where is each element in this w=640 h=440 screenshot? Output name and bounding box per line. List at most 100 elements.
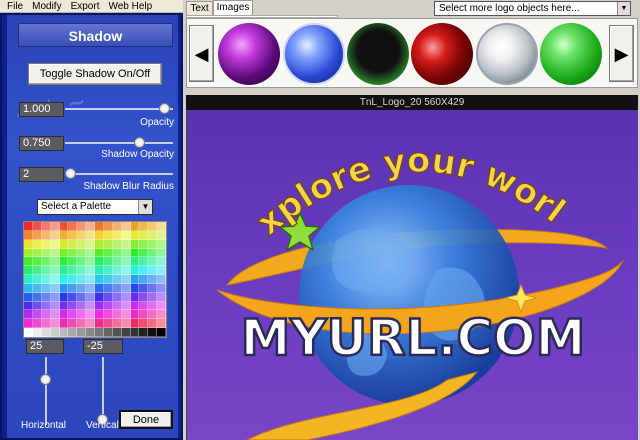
palette-swatch[interactable] xyxy=(130,230,140,240)
shadow-blur-slider-thumb[interactable] xyxy=(65,168,76,179)
palette-swatch[interactable] xyxy=(68,257,78,267)
palette-swatch[interactable] xyxy=(59,328,69,337)
palette-select[interactable]: Select a Palette ▼ xyxy=(37,199,153,215)
palette-swatch[interactable] xyxy=(86,310,95,320)
palette-swatch[interactable] xyxy=(139,301,149,311)
palette-swatch[interactable] xyxy=(86,248,95,258)
palette-swatch[interactable] xyxy=(103,222,113,231)
palette-swatch[interactable] xyxy=(59,283,69,293)
palette-swatch[interactable] xyxy=(112,328,122,337)
palette-swatch[interactable] xyxy=(157,283,166,293)
palette-swatch[interactable] xyxy=(32,239,42,249)
palette-swatch[interactable] xyxy=(41,257,51,267)
palette-swatch[interactable] xyxy=(130,266,140,276)
palette-swatch[interactable] xyxy=(112,257,122,267)
horizontal-slider-thumb[interactable] xyxy=(40,374,51,385)
palette-swatch[interactable] xyxy=(148,248,158,258)
palette-swatch[interactable] xyxy=(86,283,95,293)
palette-swatch[interactable] xyxy=(59,266,69,276)
palette-swatch[interactable] xyxy=(86,257,95,267)
palette-swatch[interactable] xyxy=(112,319,122,329)
palette-swatch[interactable] xyxy=(121,275,131,284)
palette-swatch[interactable] xyxy=(157,248,166,258)
palette-swatch[interactable] xyxy=(95,239,104,249)
palette-swatch[interactable] xyxy=(112,301,122,311)
palette-swatch[interactable] xyxy=(86,319,95,329)
palette-swatch[interactable] xyxy=(24,283,33,293)
palette-swatch[interactable] xyxy=(121,222,131,231)
palette-swatch[interactable] xyxy=(59,257,69,267)
palette-swatch[interactable] xyxy=(86,292,95,302)
palette-swatch[interactable] xyxy=(130,319,140,329)
palette-swatch[interactable] xyxy=(139,292,149,302)
palette-swatch[interactable] xyxy=(95,283,104,293)
palette-swatch[interactable] xyxy=(68,230,78,240)
palette-swatch[interactable] xyxy=(112,275,122,284)
palette-swatch[interactable] xyxy=(32,283,42,293)
palette-swatch[interactable] xyxy=(139,257,149,267)
palette-swatch[interactable] xyxy=(157,328,166,337)
palette-swatch[interactable] xyxy=(130,283,140,293)
palette-swatch[interactable] xyxy=(86,301,95,311)
palette-swatch[interactable] xyxy=(68,222,78,231)
palette-swatch[interactable] xyxy=(103,292,113,302)
blue-orb-thumbnail[interactable] xyxy=(283,23,345,85)
palette-swatch[interactable] xyxy=(95,257,104,267)
palette-swatch[interactable] xyxy=(139,222,149,231)
palette-swatch[interactable] xyxy=(68,266,78,276)
palette-swatch[interactable] xyxy=(59,310,69,320)
palette-swatch[interactable] xyxy=(139,283,149,293)
palette-swatch[interactable] xyxy=(41,239,51,249)
palette-swatch[interactable] xyxy=(157,301,166,311)
palette-swatch[interactable] xyxy=(121,292,131,302)
design-canvas[interactable]: explore your world MYURL.COM xyxy=(186,110,638,440)
next-button[interactable]: ▶ xyxy=(609,25,634,82)
palette-swatch[interactable] xyxy=(50,301,60,311)
opacity-field[interactable]: 1.000 xyxy=(19,102,64,117)
palette-swatch[interactable] xyxy=(148,239,158,249)
palette-swatch[interactable] xyxy=(148,222,158,231)
palette-swatch[interactable] xyxy=(121,328,131,337)
palette-swatch[interactable] xyxy=(24,266,33,276)
palette-swatch[interactable] xyxy=(148,230,158,240)
palette-swatch[interactable] xyxy=(77,230,87,240)
palette-swatch[interactable] xyxy=(32,222,42,231)
palette-swatch[interactable] xyxy=(59,230,69,240)
palette-swatch[interactable] xyxy=(157,239,166,249)
palette-swatch[interactable] xyxy=(130,328,140,337)
palette-swatch[interactable] xyxy=(103,328,113,337)
palette-swatch[interactable] xyxy=(148,292,158,302)
palette-swatch[interactable] xyxy=(50,319,60,329)
palette-swatch[interactable] xyxy=(95,328,104,337)
palette-swatch[interactable] xyxy=(77,292,87,302)
shadow-opacity-field[interactable]: 0.750 xyxy=(19,136,64,151)
palette-swatch[interactable] xyxy=(50,275,60,284)
palette-swatch[interactable] xyxy=(95,301,104,311)
palette-swatch[interactable] xyxy=(95,292,104,302)
palette-swatch[interactable] xyxy=(68,239,78,249)
palette-swatch[interactable] xyxy=(121,257,131,267)
palette-swatch[interactable] xyxy=(157,292,166,302)
palette-swatch[interactable] xyxy=(130,292,140,302)
palette-swatch[interactable] xyxy=(139,248,149,258)
palette-swatch[interactable] xyxy=(68,283,78,293)
palette-swatch[interactable] xyxy=(139,310,149,320)
palette-swatch[interactable] xyxy=(50,310,60,320)
palette-swatch[interactable] xyxy=(24,257,33,267)
palette-swatch[interactable] xyxy=(112,222,122,231)
palette-swatch[interactable] xyxy=(103,248,113,258)
palette-swatch[interactable] xyxy=(77,283,87,293)
palette-swatch[interactable] xyxy=(41,283,51,293)
palette-swatch[interactable] xyxy=(41,222,51,231)
red-orb-thumbnail[interactable] xyxy=(411,23,473,85)
palette-swatch[interactable] xyxy=(24,310,33,320)
palette-swatch[interactable] xyxy=(157,257,166,267)
chevron-down-icon[interactable]: ▼ xyxy=(138,200,152,214)
palette-swatch[interactable] xyxy=(77,301,87,311)
palette-swatch[interactable] xyxy=(103,319,113,329)
palette-swatch[interactable] xyxy=(50,230,60,240)
palette-swatch[interactable] xyxy=(148,275,158,284)
toggle-shadow-button[interactable]: Toggle Shadow On/Off xyxy=(28,63,162,85)
menu-export[interactable]: Export xyxy=(71,1,100,12)
palette-swatch[interactable] xyxy=(24,248,33,258)
